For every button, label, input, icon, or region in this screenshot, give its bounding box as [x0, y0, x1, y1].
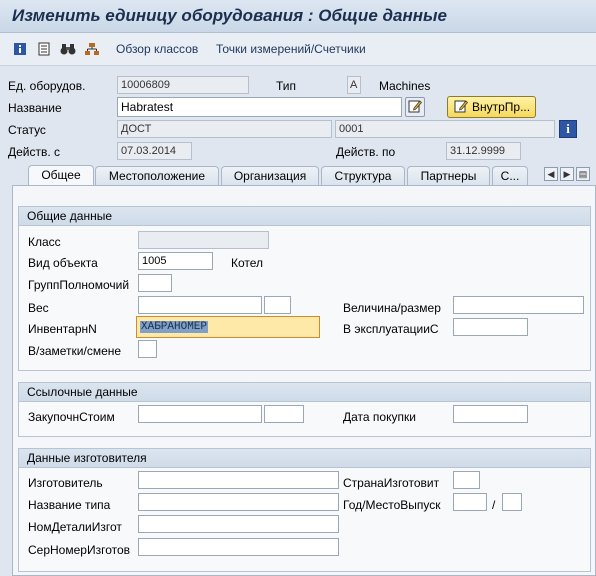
manufacturer-label: Изготовитель: [28, 476, 103, 490]
class-label: Класс: [28, 235, 61, 249]
auth-group-input[interactable]: [138, 274, 172, 292]
tab-scroll-right-icon[interactable]: ▶: [560, 167, 574, 181]
type-label: Тип: [276, 79, 297, 93]
type-text: Machines: [379, 79, 431, 93]
manufacturer-data-title: Данные изготовителя: [19, 449, 590, 468]
year-month-separator: /: [492, 498, 496, 512]
acquisition-value-input[interactable]: [138, 405, 262, 423]
purchase-date-label: Дата покупки: [343, 410, 416, 424]
weight-label: Вес: [28, 301, 49, 315]
object-type-text: Котел: [231, 256, 264, 270]
part-number-label: НомДеталиИзгот: [28, 520, 122, 534]
hierarchy-icon[interactable]: [84, 41, 100, 57]
tab-list-icon[interactable]: ▤: [576, 167, 590, 181]
serial-number-input[interactable]: [138, 538, 339, 556]
valid-from-field: 07.03.2014: [117, 142, 192, 160]
measuring-points-button[interactable]: Точки измерений/Счетчики: [216, 42, 366, 56]
info-icon[interactable]: [12, 41, 28, 57]
valid-to-label: Действ. по: [336, 145, 396, 159]
user-status-field: 0001: [335, 120, 555, 138]
system-status-field: ДОСТ: [117, 120, 332, 138]
class-overview-button[interactable]: Обзор классов: [116, 42, 198, 56]
equipment-number-field: 10006809: [117, 76, 249, 94]
country-input[interactable]: [453, 471, 480, 489]
document-icon[interactable]: [36, 41, 52, 57]
weight-unit-input[interactable]: [264, 296, 291, 314]
model-label: Название типа: [28, 498, 111, 512]
internal-note-button[interactable]: ВнутрПр...: [447, 96, 536, 118]
window-title: Изменить единицу оборудования : Общие да…: [12, 6, 447, 25]
in-service-label: В эксплуатацииС: [343, 322, 439, 336]
object-type-input[interactable]: 1005: [138, 252, 213, 270]
equipment-label: Ед. оборудов.: [8, 79, 86, 93]
tab-general[interactable]: Общее: [28, 165, 94, 186]
construction-month-input[interactable]: [502, 493, 522, 511]
shift-notes-input[interactable]: [138, 340, 157, 358]
country-label: СтранаИзготовит: [343, 476, 440, 490]
edit-icon: [454, 99, 468, 116]
object-type-label: Вид объекта: [28, 256, 98, 270]
in-service-input[interactable]: [453, 318, 528, 336]
acquisition-value-label: ЗакупочнСтоим: [28, 410, 115, 424]
name-label: Название: [8, 101, 62, 115]
part-number-input[interactable]: [138, 515, 339, 533]
year-label: Год/МестоВыпуск: [343, 498, 441, 512]
purchase-date-input[interactable]: [453, 405, 528, 423]
edit-icon: [408, 99, 422, 116]
status-info-icon[interactable]: i: [559, 120, 577, 138]
construction-year-input[interactable]: [453, 493, 487, 511]
tab-organization[interactable]: Организация: [221, 166, 319, 186]
weight-input[interactable]: [138, 296, 262, 314]
status-label: Статус: [8, 123, 46, 137]
serial-number-label: СерНомерИзготов: [28, 543, 131, 557]
binoculars-icon[interactable]: [60, 41, 76, 57]
size-label: Величина/размер: [343, 301, 441, 315]
tab-more[interactable]: С...: [492, 166, 528, 186]
inventory-label: ИнвентарнN: [28, 322, 97, 336]
tab-location[interactable]: Местоположение: [95, 166, 219, 186]
inventory-selected-text: ХАБРАНОМЕР: [140, 321, 209, 333]
internal-note-label: ВнутрПр...: [472, 100, 531, 114]
currency-input[interactable]: [264, 405, 304, 423]
model-input[interactable]: [138, 493, 339, 511]
reference-data-title: Ссылочные данные: [19, 383, 590, 402]
tab-scroll-left-icon[interactable]: ◀: [544, 167, 558, 181]
manufacturer-input[interactable]: [138, 471, 339, 489]
name-input[interactable]: Habratest: [117, 97, 402, 117]
auth-group-label: ГруппПолномочий: [28, 278, 130, 292]
inventory-input[interactable]: ХАБРАНОМЕР: [136, 316, 320, 338]
type-code-field: A: [347, 76, 361, 94]
valid-to-field: 31.12.9999: [446, 142, 521, 160]
long-text-button[interactable]: [405, 97, 425, 117]
tab-structure[interactable]: Структура: [321, 166, 405, 186]
shift-notes-label: В/заметки/смене: [28, 344, 122, 358]
class-field: [138, 231, 269, 249]
general-data-title: Общие данные: [19, 207, 590, 226]
valid-from-label: Действ. с: [8, 145, 61, 159]
size-input[interactable]: [453, 296, 584, 314]
tab-partners[interactable]: Партнеры: [407, 166, 490, 186]
